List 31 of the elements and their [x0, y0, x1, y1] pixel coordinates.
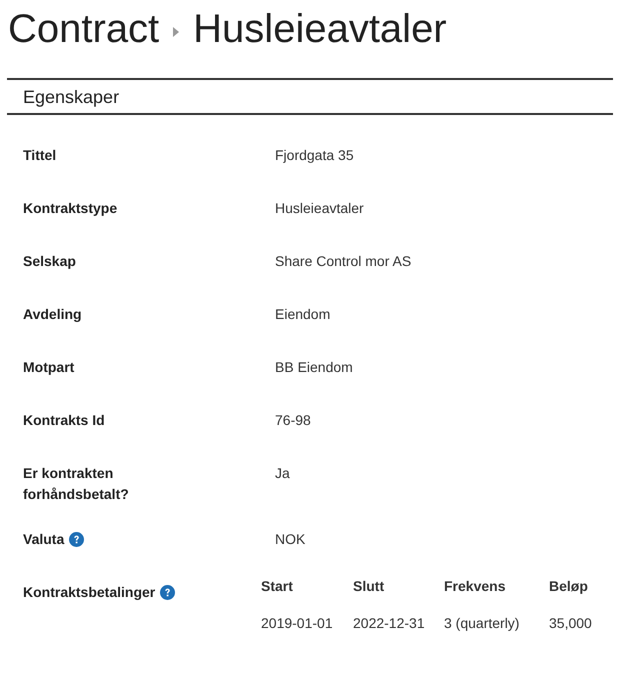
property-value: NOK: [275, 530, 306, 549]
property-value: 76-98: [275, 411, 311, 430]
table-cell-text: 35,000: [548, 614, 593, 633]
property-label: Kontrakts Id: [23, 411, 105, 430]
property-value: Share Control mor AS: [275, 252, 412, 271]
property-value: BB Eiendom: [275, 358, 353, 377]
table-cell-text: 2022-12-31: [352, 614, 426, 633]
property-label: Kontraktstype: [23, 199, 118, 218]
table-cell-text: 2019-01-01: [260, 614, 334, 633]
property-value: Ja: [275, 464, 290, 483]
column-header: Start: [260, 577, 294, 596]
column-header: Slutt: [352, 577, 386, 596]
property-label: Motpart: [23, 358, 74, 377]
breadcrumb-item: Husleieavtaler: [193, 6, 447, 53]
property-label: Er kontrakten forhåndsbetalt?: [23, 464, 130, 504]
breadcrumb-item[interactable]: Contract: [8, 5, 160, 53]
property-value: Eiendom: [275, 305, 330, 324]
help-icon[interactable]: [69, 532, 84, 547]
column-header: Frekvens: [443, 577, 506, 596]
property-label: Selskap: [23, 252, 76, 271]
table-cell-text: 3 (quarterly): [443, 614, 520, 633]
breadcrumb-separator-icon: [173, 27, 180, 37]
help-icon[interactable]: [160, 585, 176, 600]
section-title: Egenskaper: [23, 87, 120, 107]
property-label: Tittel: [23, 146, 56, 165]
property-label: Valuta: [23, 530, 64, 549]
property-label: Avdeling: [23, 305, 82, 324]
property-value: Fjordgata 35: [275, 146, 354, 165]
property-value: Husleieavtaler: [275, 199, 364, 218]
property-label: Kontraktsbetalinger: [23, 583, 156, 602]
column-header: Beløp: [548, 577, 589, 596]
